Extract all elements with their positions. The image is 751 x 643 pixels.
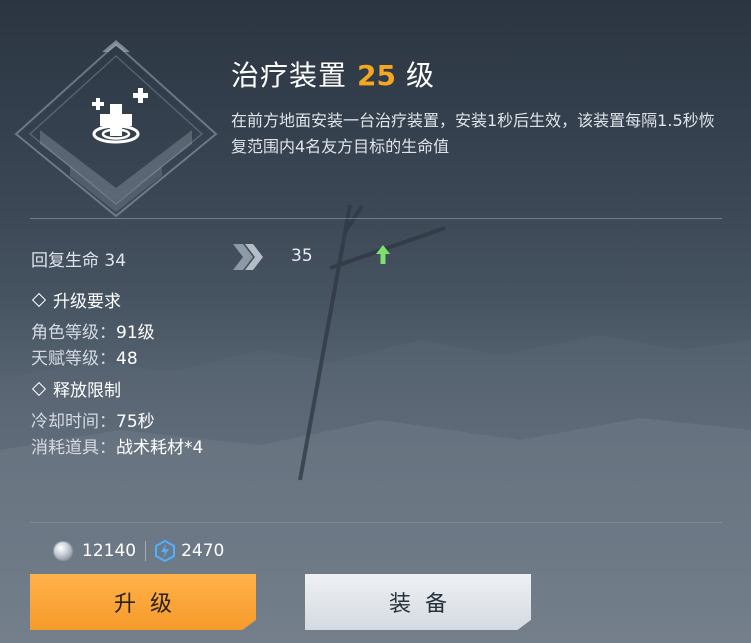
restriction-key: 冷却时间：: [31, 412, 116, 432]
skill-name: 治疗装置: [231, 59, 348, 92]
equip-button-label: 装备: [388, 592, 461, 617]
currency-separator: [145, 541, 147, 561]
restriction-key: 消耗道具：: [31, 438, 116, 458]
equip-button[interactable]: 装备: [305, 574, 531, 630]
diamond-bullet-icon: [31, 292, 47, 307]
requirements-header: 升级要求: [31, 287, 121, 312]
restrictions-header: 释放限制: [31, 376, 121, 401]
diamond-bullet-icon: [31, 381, 47, 396]
stat-current: 回复生命 34: [31, 251, 127, 271]
skill-level-suffix: 级: [405, 59, 434, 92]
energy-amount: 2470: [181, 541, 225, 561]
divider-bottom: [30, 522, 722, 523]
stat-next: 35: [291, 246, 313, 266]
stat-comparison: 回复生命 34 35: [31, 244, 731, 271]
restriction-value: 75秒: [116, 412, 155, 432]
skill-title: 治疗装置 25 级: [231, 54, 434, 94]
upgrade-button-label: 升级: [113, 592, 186, 617]
requirement-talent-level: 天赋等级：48: [31, 344, 138, 369]
requirement-key: 天赋等级：: [31, 349, 116, 369]
requirement-value: 48: [116, 349, 138, 369]
requirements-title: 升级要求: [53, 292, 121, 312]
silver-coin-icon: [53, 541, 73, 561]
restriction-cooldown: 冷却时间：75秒: [31, 407, 155, 432]
arrow-up-icon: [376, 245, 390, 264]
healing-device-icon: [92, 88, 148, 144]
upgrade-button[interactable]: 升级: [30, 574, 256, 630]
energy-bolt-icon: [155, 540, 176, 562]
requirement-key: 角色等级：: [31, 323, 116, 343]
skill-level: 25: [357, 59, 396, 92]
requirement-role-level: 角色等级：91级: [31, 318, 155, 343]
restriction-consumable: 消耗道具：战术耗材*4: [31, 433, 203, 458]
skill-description: 在前方地面安装一台治疗装置，安装1秒后生效，该装置每隔1.5秒恢复范围内4名友方…: [231, 111, 715, 156]
upgrade-cost: 12140 2470: [53, 540, 224, 562]
silver-amount: 12140: [82, 541, 137, 561]
double-chevron-right-icon: [233, 244, 263, 270]
requirement-value: 91级: [116, 323, 155, 343]
divider-top: [30, 218, 722, 219]
restriction-value: 战术耗材*4: [116, 438, 204, 458]
restrictions-title: 释放限制: [53, 381, 121, 401]
skill-emblem: [14, 40, 218, 218]
